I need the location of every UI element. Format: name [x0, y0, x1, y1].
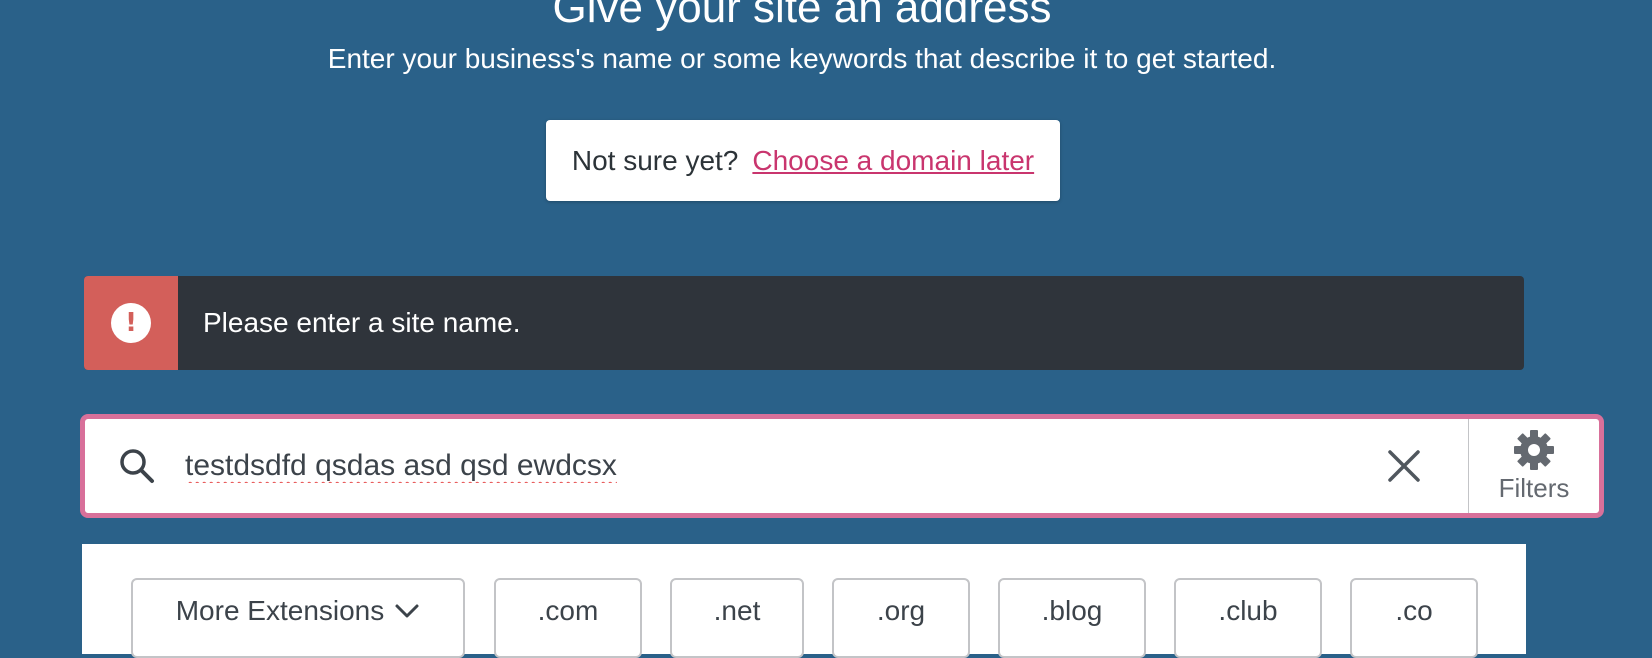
extension-co-button[interactable]: .co — [1350, 578, 1478, 658]
gear-icon — [1514, 429, 1554, 470]
search-icon[interactable] — [117, 446, 157, 486]
extension-net-button[interactable]: .net — [670, 578, 804, 658]
chevron-down-icon — [395, 604, 419, 618]
notice-message: Please enter a site name. — [203, 307, 521, 338]
domain-search-box: Filters — [80, 414, 1604, 518]
page-subtitle: Enter your business's name or some keywo… — [327, 43, 1277, 74]
more-extensions-button[interactable]: More Extensions — [131, 578, 465, 658]
extension-club-button[interactable]: .club — [1174, 578, 1322, 658]
domain-search-input[interactable] — [183, 435, 1384, 497]
filters-label: Filters — [1498, 472, 1570, 503]
extensions-panel: More Extensions .com .net .org .blog .cl… — [82, 544, 1526, 658]
filters-button[interactable]: Filters — [1468, 419, 1599, 513]
choose-domain-later-link[interactable]: Choose a domain later — [752, 145, 1034, 177]
extension-blog-button[interactable]: .blog — [998, 578, 1146, 658]
notice-status-bar: ! — [84, 276, 178, 370]
not-sure-text: Not sure yet? — [571, 144, 739, 176]
error-notice: ! Please enter a site name. — [84, 276, 1524, 370]
exclamation-icon: ! — [111, 303, 151, 343]
close-icon[interactable] — [1384, 446, 1424, 486]
extension-org-button[interactable]: .org — [832, 578, 970, 658]
extension-com-button[interactable]: .com — [494, 578, 642, 658]
domain-later-box: Not sure yet? Choose a domain later — [546, 120, 1060, 201]
more-extensions-label: More Extensions — [175, 595, 385, 626]
page-title: Give your site an address — [552, 0, 1052, 32]
